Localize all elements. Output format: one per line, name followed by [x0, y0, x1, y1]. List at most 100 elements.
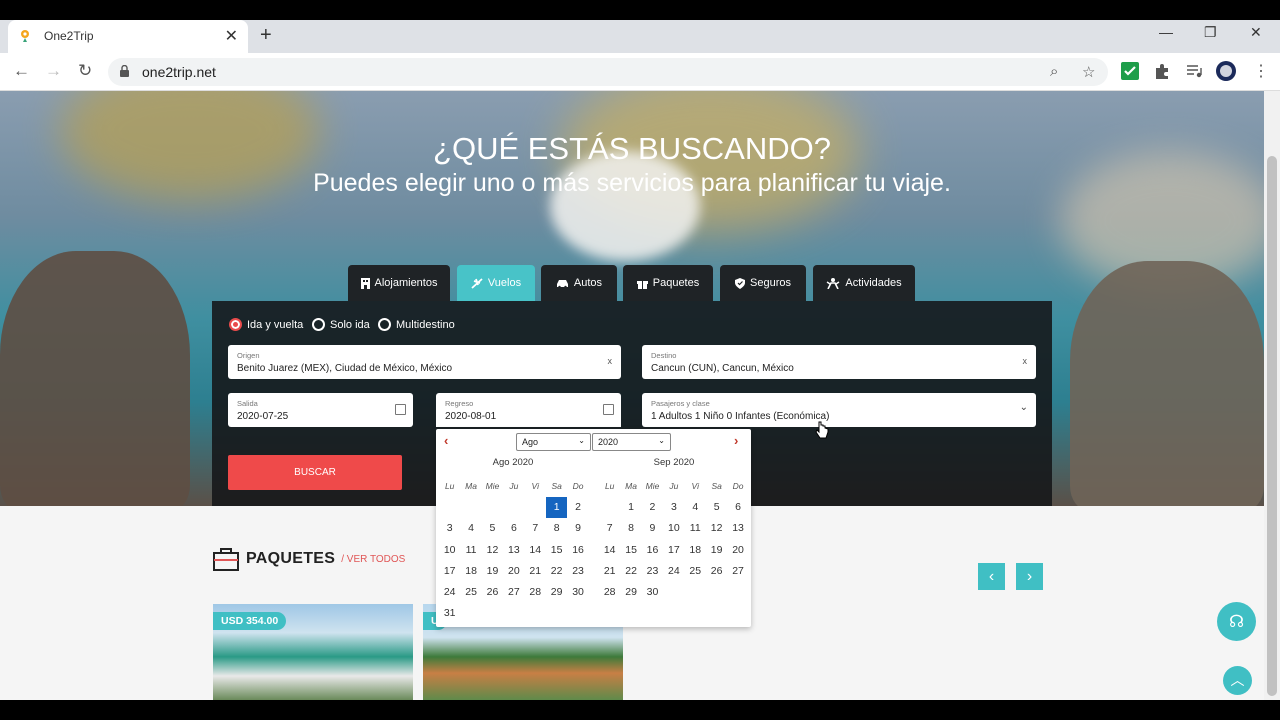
day-cell[interactable]: 1	[545, 497, 568, 519]
extensions-puzzle-icon[interactable]	[1153, 62, 1171, 80]
day-cell[interactable]: 10	[439, 540, 460, 561]
radio-ida-y-vuelta[interactable]: Ida y vuelta	[229, 318, 303, 331]
url-text[interactable]: one2trip.net	[142, 64, 216, 80]
month-select[interactable]: Ago ⌄	[516, 433, 591, 451]
day-cell[interactable]: 7	[525, 518, 546, 539]
day-cell[interactable]: 2	[567, 497, 588, 518]
day-cell[interactable]: 29	[546, 582, 567, 603]
origin-value[interactable]: Benito Juarez (MEX), Ciudad de México, M…	[237, 363, 452, 374]
calendar-icon[interactable]	[395, 404, 406, 415]
tab-actividades[interactable]: Actividades	[813, 265, 915, 301]
day-cell[interactable]: 30	[642, 582, 663, 603]
zoom-icon[interactable]: ⌕	[1050, 63, 1058, 80]
tab-seguros[interactable]: Seguros	[720, 265, 806, 301]
media-playlist-icon[interactable]	[1185, 62, 1203, 80]
close-tab-icon[interactable]: ✕	[225, 26, 238, 46]
day-cell[interactable]: 23	[567, 561, 588, 582]
day-cell[interactable]: 6	[727, 497, 748, 518]
day-cell[interactable]: 1	[620, 497, 641, 518]
day-cell[interactable]: 9	[642, 518, 663, 539]
day-cell[interactable]: 26	[706, 561, 727, 582]
reload-icon[interactable]: ↻	[78, 61, 92, 81]
day-cell[interactable]: 28	[525, 582, 546, 603]
departure-date-field[interactable]: Salida 2020-07-25	[228, 393, 413, 427]
day-cell[interactable]: 29	[620, 582, 641, 603]
day-cell[interactable]: 4	[460, 518, 481, 539]
prev-month-icon[interactable]: ‹	[444, 433, 448, 448]
new-tab-button[interactable]: +	[260, 24, 272, 47]
day-cell[interactable]: 15	[620, 540, 641, 561]
calendar-icon[interactable]	[603, 404, 614, 415]
departure-value[interactable]: 2020-07-25	[237, 411, 288, 422]
clear-origin-icon[interactable]: x	[608, 356, 613, 366]
browser-menu-icon[interactable]: ⋮	[1253, 61, 1269, 81]
day-cell[interactable]: 16	[642, 540, 663, 561]
day-cell[interactable]: 31	[439, 603, 460, 624]
day-cell[interactable]: 7	[599, 518, 620, 539]
day-cell[interactable]: 23	[642, 561, 663, 582]
day-cell[interactable]: 20	[503, 561, 524, 582]
day-cell[interactable]: 3	[663, 497, 684, 518]
restore-icon[interactable]: ❐	[1204, 24, 1217, 41]
return-date-field[interactable]: Regreso 2020-08-01	[436, 393, 621, 427]
day-cell[interactable]: 21	[599, 561, 620, 582]
package-card[interactable]: USD 354.00	[213, 604, 413, 700]
day-cell[interactable]: 3	[439, 518, 460, 539]
day-cell[interactable]: 24	[663, 561, 684, 582]
day-cell[interactable]: 16	[567, 540, 588, 561]
day-cell[interactable]: 9	[567, 518, 588, 539]
radio-multidestino[interactable]: Multidestino	[378, 318, 455, 331]
day-cell[interactable]: 2	[642, 497, 663, 518]
minimize-icon[interactable]: —	[1159, 24, 1173, 40]
close-window-icon[interactable]: ✕	[1250, 24, 1262, 41]
forward-icon[interactable]: →	[45, 61, 62, 81]
day-cell[interactable]: 14	[599, 540, 620, 561]
day-cell[interactable]: 12	[706, 518, 727, 539]
day-cell[interactable]: 27	[503, 582, 524, 603]
scroll-top-chevron-up-icon[interactable]: ︿	[1223, 666, 1252, 695]
day-cell[interactable]: 17	[663, 540, 684, 561]
day-cell[interactable]: 12	[482, 540, 503, 561]
checkmark-extension-icon[interactable]	[1121, 62, 1139, 80]
day-cell[interactable]: 24	[439, 582, 460, 603]
day-cell[interactable]: 21	[525, 561, 546, 582]
clear-destination-icon[interactable]: x	[1023, 356, 1028, 366]
day-cell[interactable]: 17	[439, 561, 460, 582]
carousel-next-button[interactable]: ›	[1016, 563, 1043, 590]
origin-field[interactable]: Origen Benito Juarez (MEX), Ciudad de Mé…	[228, 345, 621, 379]
day-cell[interactable]: 25	[685, 561, 706, 582]
day-cell[interactable]: 8	[620, 518, 641, 539]
destination-value[interactable]: Cancun (CUN), Cancun, México	[651, 363, 794, 374]
passengers-field[interactable]: Pasajeros y clase 1 Adultos 1 Niño 0 Inf…	[642, 393, 1036, 427]
day-cell[interactable]: 28	[599, 582, 620, 603]
tab-alojamientos[interactable]: Alojamientos	[348, 265, 450, 301]
day-cell[interactable]: 25	[460, 582, 481, 603]
day-cell[interactable]: 22	[546, 561, 567, 582]
tab-vuelos[interactable]: Vuelos	[457, 265, 535, 301]
day-cell[interactable]: 5	[482, 518, 503, 539]
day-cell[interactable]: 19	[482, 561, 503, 582]
day-cell[interactable]: 26	[482, 582, 503, 603]
day-cell[interactable]: 11	[685, 518, 706, 539]
day-cell[interactable]: 13	[727, 518, 748, 539]
day-cell[interactable]: 11	[460, 540, 481, 561]
passengers-value[interactable]: 1 Adultos 1 Niño 0 Infantes (Económica)	[651, 411, 829, 422]
next-month-icon[interactable]: ›	[734, 433, 738, 448]
bookmark-star-icon[interactable]: ☆	[1082, 63, 1095, 81]
day-cell[interactable]: 8	[546, 518, 567, 539]
back-icon[interactable]: ←	[13, 61, 30, 81]
browser-tab[interactable]: One2Trip ✕	[8, 20, 248, 53]
profile-avatar-icon[interactable]	[1216, 61, 1236, 81]
day-cell[interactable]: 5	[706, 497, 727, 518]
tab-autos[interactable]: Autos	[541, 265, 617, 301]
day-cell[interactable]: 20	[727, 540, 748, 561]
year-select[interactable]: 2020 ⌄	[592, 433, 671, 451]
radio-solo-ida[interactable]: Solo ida	[312, 318, 370, 331]
day-cell[interactable]: 14	[525, 540, 546, 561]
day-cell[interactable]: 10	[663, 518, 684, 539]
headset-support-icon[interactable]: ☊	[1217, 602, 1256, 641]
omnibox[interactable]: one2trip.net ⌕ ☆	[108, 58, 1108, 86]
day-cell[interactable]: 6	[503, 518, 524, 539]
day-cell[interactable]: 13	[503, 540, 524, 561]
day-cell[interactable]: 18	[685, 540, 706, 561]
